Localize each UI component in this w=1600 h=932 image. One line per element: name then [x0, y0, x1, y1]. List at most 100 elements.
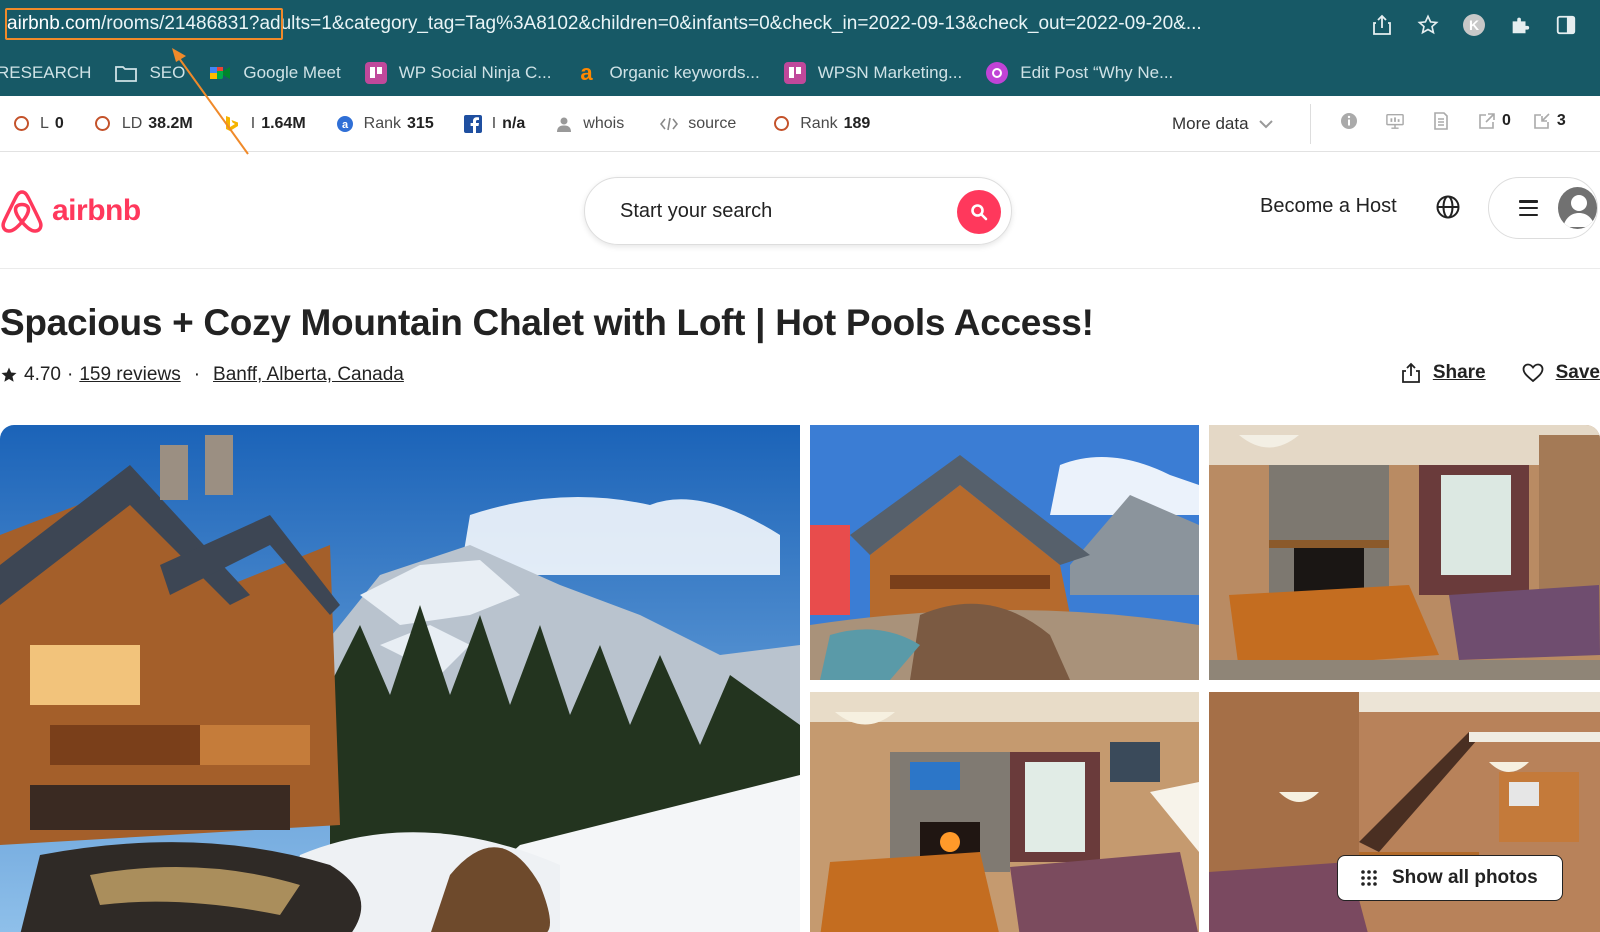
bookmark-label: RESEARCH — [0, 63, 92, 82]
sidebar-icon[interactable] — [1554, 13, 1578, 37]
heart-icon — [1522, 363, 1544, 383]
metric-rank-2[interactable]: Rank 189 — [772, 115, 870, 133]
external-links-button[interactable]: 0 — [1478, 112, 1511, 130]
browser-window: airbnb.com/rooms/21486831?adults=1&categ… — [0, 0, 1600, 932]
listing-photo-main[interactable] — [0, 425, 800, 932]
logo-wordmark: airbnb — [52, 194, 141, 227]
page-button[interactable] — [1432, 112, 1456, 130]
bing-icon — [223, 115, 241, 133]
divider — [1310, 104, 1311, 144]
listing-photo-4[interactable] — [810, 692, 1199, 932]
search-icon — [971, 204, 988, 221]
metric-ld[interactable]: LD 38.2M — [94, 115, 193, 133]
browser-actions: K — [1370, 8, 1600, 42]
extension-tools: 0 3 — [1340, 112, 1588, 130]
info-button[interactable] — [1340, 112, 1364, 130]
metric-whois[interactable]: whois — [555, 115, 630, 133]
profile-icon[interactable]: K — [1462, 13, 1486, 37]
extensions-puzzle-icon[interactable] — [1508, 13, 1532, 37]
hamburger-menu-icon — [1519, 200, 1538, 216]
metric-label: source — [688, 114, 737, 132]
user-menu-button[interactable] — [1488, 177, 1598, 239]
metric-label: Rank — [363, 114, 402, 132]
listing-photo-2[interactable] — [810, 425, 1199, 680]
bookmark-research[interactable]: RESEARCH — [0, 63, 91, 83]
search-placeholder: Start your search — [620, 199, 773, 222]
airbnb-belo-icon — [1, 190, 43, 233]
person-icon — [555, 115, 573, 133]
google-meet-icon — [209, 62, 231, 84]
profile-initial: K — [1463, 14, 1485, 36]
metric-bing-index[interactable]: I 1.64M — [223, 115, 306, 133]
metric-source[interactable]: source — [660, 115, 742, 133]
density-button[interactable] — [1386, 112, 1410, 130]
metric-label: L — [40, 114, 49, 132]
url-query: ?adults=1&category_tag=Tag%3A8102&childr… — [248, 13, 1202, 34]
internal-links-button[interactable]: 3 — [1533, 112, 1566, 130]
metric-label: LD — [121, 114, 143, 132]
share-icon[interactable] — [1370, 13, 1394, 37]
show-all-photos-label: Show all photos — [1392, 867, 1538, 888]
internal-links-icon — [1533, 112, 1551, 130]
metric-label: Rank — [800, 114, 838, 132]
share-save-actions: Share Save — [1365, 362, 1600, 384]
internal-links-count: 3 — [1556, 112, 1566, 129]
bookmark-label: WPSN Marketing... — [817, 63, 963, 82]
globe-language-icon[interactable] — [1435, 194, 1461, 220]
density-icon — [1386, 112, 1404, 130]
bookmark-label: Edit Post “Why Ne... — [1020, 63, 1174, 82]
ahrefs-a-icon: a — [580, 60, 593, 85]
more-data-label: More data — [1172, 114, 1249, 133]
bookmark-wpsn-marketing[interactable]: WPSN Marketing... — [783, 62, 963, 84]
star-icon — [0, 366, 18, 384]
separator-dot: · — [193, 364, 201, 385]
ring-icon — [94, 115, 112, 133]
url-highlight-box — [5, 8, 283, 40]
seo-extension-bar: L 0 LD 38.2M I 1.64M a Rank 315 I n/a wh… — [0, 96, 1600, 152]
info-icon — [1340, 112, 1358, 130]
trello-icon — [783, 62, 806, 84]
metric-alexa-rank[interactable]: a Rank 315 — [336, 115, 434, 133]
alexa-icon: a — [336, 115, 354, 133]
more-data-dropdown[interactable]: More data — [1172, 114, 1273, 134]
search-bar[interactable]: Start your search — [584, 177, 1012, 245]
bookmark-seo[interactable]: SEO — [115, 62, 185, 84]
share-icon — [1401, 362, 1421, 384]
bookmark-organic-keywords[interactable]: a Organic keywords... — [575, 60, 760, 85]
metric-value: 0 — [54, 114, 64, 132]
ring-icon — [12, 115, 30, 133]
code-icon — [660, 115, 679, 133]
bookmark-edit-post[interactable]: Edit Post “Why Ne... — [986, 62, 1173, 84]
bookmark-label: SEO — [149, 63, 186, 82]
metric-facebook[interactable]: I n/a — [463, 114, 526, 133]
ring-icon — [772, 115, 790, 133]
chevron-down-icon — [1258, 117, 1273, 132]
external-links-icon — [1478, 112, 1496, 130]
external-links-count: 0 — [1502, 112, 1511, 129]
metric-value: 315 — [407, 114, 434, 132]
bookmarks-bar: RESEARCH SEO Google Meet WP Social Ninja… — [0, 50, 1600, 96]
metric-label: whois — [583, 114, 625, 132]
share-button[interactable]: Share — [1401, 362, 1486, 384]
metric-l[interactable]: L 0 — [12, 115, 64, 133]
airbnb-logo[interactable]: airbnb — [0, 188, 141, 234]
save-button[interactable]: Save — [1522, 362, 1600, 384]
show-all-photos-button[interactable]: Show all photos — [1337, 855, 1563, 901]
rating-value: 4.70 — [24, 364, 61, 385]
metric-value: 189 — [843, 114, 871, 132]
bookmark-google-meet[interactable]: Google Meet — [209, 62, 341, 84]
search-button[interactable] — [957, 190, 1001, 234]
listing-title: Spacious + Cozy Mountain Chalet with Lof… — [0, 302, 1094, 343]
bookmark-label: Organic keywords... — [609, 63, 760, 82]
listing-photo-3[interactable] — [1209, 425, 1600, 680]
wordpress-icon — [986, 62, 1009, 84]
bookmark-wp-social-ninja[interactable]: WP Social Ninja C... — [364, 62, 551, 84]
star-bookmark-icon[interactable] — [1416, 13, 1440, 37]
reviews-link[interactable]: 159 reviews — [79, 364, 180, 386]
listing-meta: 4.70 · 159 reviews · Banff, Alberta, Can… — [0, 362, 404, 388]
trello-icon — [364, 62, 387, 84]
become-a-host-link[interactable]: Become a Host — [1260, 195, 1397, 218]
save-label: Save — [1555, 362, 1600, 383]
location-link[interactable]: Banff, Alberta, Canada — [213, 364, 404, 386]
metric-value: n/a — [502, 114, 526, 132]
